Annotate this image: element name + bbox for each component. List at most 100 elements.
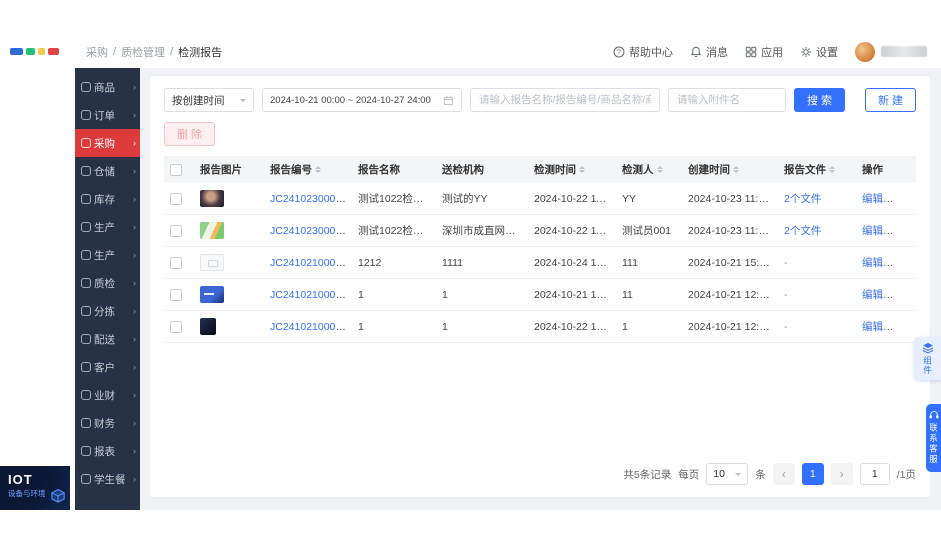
delete-link[interactable]: 删除 <box>892 225 913 237</box>
edit-link[interactable]: 编辑 <box>862 321 883 333</box>
search-button[interactable]: 搜 索 <box>794 88 846 112</box>
tester-cell: YY <box>616 183 682 215</box>
sidebar-item[interactable]: 订单 › <box>75 101 140 129</box>
tester-cell: 111 <box>616 246 682 279</box>
sidebar-item[interactable]: 商品 › <box>75 73 140 101</box>
next-page-button[interactable]: › <box>830 463 853 485</box>
help-center-button[interactable]: ? 帮助中心 <box>613 44 673 60</box>
page-size-select[interactable]: 10 <box>706 463 749 485</box>
edit-link[interactable]: 编辑 <box>862 193 883 205</box>
chevron-right-icon: › <box>133 418 136 428</box>
gear-icon <box>801 46 811 57</box>
sidebar-item-label: 采购 <box>94 137 115 150</box>
sidebar-item[interactable]: 配送 › <box>75 325 140 353</box>
prev-page-button[interactable]: ‹ <box>772 463 795 485</box>
menu-icon <box>81 362 91 372</box>
sidebar-item[interactable]: 业财 › <box>75 381 140 409</box>
cube-icon <box>51 489 65 503</box>
report-files-link[interactable]: 2个文件 <box>784 225 821 237</box>
sidebar-item[interactable]: 库存 › <box>75 185 140 213</box>
settings-label: 设置 <box>816 46 838 59</box>
contact-service-button[interactable]: 联系客服 <box>926 404 941 472</box>
row-checkbox[interactable] <box>170 192 182 205</box>
sidebar-item[interactable]: 学生餐 › <box>75 465 140 493</box>
settings-button[interactable]: 设置 <box>800 44 838 60</box>
sidebar-item[interactable]: 生产 › <box>75 213 140 241</box>
user-menu[interactable] <box>855 41 927 62</box>
column-header[interactable]: 报告文件 <box>778 156 856 183</box>
breadcrumb-item[interactable]: 采购 <box>86 44 108 60</box>
report-thumbnail[interactable] <box>200 286 224 303</box>
page-jump-input[interactable] <box>859 463 890 485</box>
report-files-link[interactable]: - <box>784 321 788 333</box>
sidebar-item[interactable]: 客户 › <box>75 353 140 381</box>
row-checkbox[interactable] <box>170 320 182 333</box>
column-header[interactable]: 操作 <box>856 156 916 183</box>
report-code-link[interactable]: JC24102100003 <box>270 257 347 269</box>
sort-caret-icon <box>315 166 321 173</box>
report-thumbnail[interactable] <box>200 190 224 207</box>
sort-caret-icon <box>829 166 835 173</box>
delete-link[interactable]: 删除 <box>892 193 913 205</box>
keyword-search-input[interactable] <box>470 88 660 112</box>
report-code-link[interactable]: JC24102300005 <box>270 225 347 237</box>
bulk-delete-button[interactable]: 删 除 <box>164 122 216 146</box>
time-field-select[interactable]: 按创建时间 <box>164 88 254 112</box>
report-code-link[interactable]: JC24102100001 <box>270 321 347 333</box>
edit-link[interactable]: 编辑 <box>862 225 883 237</box>
report-thumbnail[interactable] <box>200 318 216 335</box>
delete-link[interactable]: 删除 <box>892 289 913 301</box>
row-checkbox[interactable] <box>170 256 182 269</box>
sidebar-item[interactable]: 财务 › <box>75 409 140 437</box>
table-row: JC24102100003 1212 1111 2024-10-24 15:30… <box>164 246 916 279</box>
chevron-right-icon: › <box>133 110 136 120</box>
sidebar-item[interactable]: 质检 › <box>75 269 140 297</box>
delete-link[interactable]: 删除 <box>892 321 913 333</box>
breadcrumb-item-current: 检测报告 <box>178 46 223 59</box>
column-header[interactable]: 检测时间 <box>528 156 616 183</box>
report-files-link[interactable]: 2个文件 <box>784 193 821 205</box>
sidebar-item-label: 财务 <box>94 417 115 430</box>
current-page-button[interactable]: 1 <box>801 463 824 485</box>
avatar[interactable] <box>855 41 875 62</box>
column-header[interactable]: 创建时间 <box>682 156 778 183</box>
chevron-down-icon <box>240 98 246 105</box>
chevron-right-icon: › <box>133 474 136 484</box>
widget-panel-button[interactable]: 组件 <box>914 337 941 380</box>
edit-link[interactable]: 编辑 <box>862 257 883 269</box>
chevron-right-icon: › <box>133 306 136 316</box>
row-checkbox[interactable] <box>170 288 182 301</box>
breadcrumb-item[interactable]: 质检管理 <box>121 44 165 60</box>
total-records-text: 共5条记录 <box>623 468 672 481</box>
chevron-right-icon: › <box>133 446 136 456</box>
topbar: 采购 / 质检管理 / 检测报告 ? 帮助中心 消息 应用 设置 <box>0 35 941 68</box>
messages-button[interactable]: 消息 <box>690 44 728 60</box>
sidebar-item[interactable]: 分拣 › <box>75 297 140 325</box>
select-all-checkbox[interactable] <box>170 163 182 176</box>
column-header[interactable]: 报告图片 <box>194 156 264 183</box>
report-files-link[interactable]: - <box>784 257 788 269</box>
create-button[interactable]: 新 建 <box>864 88 916 112</box>
delete-link[interactable]: 删除 <box>892 257 913 269</box>
column-header[interactable]: 检测人 <box>616 156 682 183</box>
report-files-link[interactable]: - <box>784 289 788 301</box>
attachment-search-input[interactable] <box>668 88 786 112</box>
date-range-picker[interactable]: 2024-10-21 00:00 ~ 2024-10-27 24:00 <box>262 88 462 112</box>
sidebar-item[interactable]: 生产 › <box>75 241 140 269</box>
menu-icon <box>81 278 91 288</box>
report-thumbnail[interactable] <box>200 222 224 239</box>
sidebar-item[interactable]: 仓储 › <box>75 157 140 185</box>
report-thumbnail[interactable] <box>200 254 224 271</box>
row-checkbox[interactable] <box>170 224 182 237</box>
sidebar-item-label: 生产 <box>94 221 115 234</box>
report-code-link[interactable]: JC24102300006 <box>270 193 347 205</box>
column-header[interactable]: 报告编号 <box>264 156 352 183</box>
apps-button[interactable]: 应用 <box>745 44 783 60</box>
column-header[interactable]: 送检机构 <box>436 156 528 183</box>
report-table: 报告图片 报告编号 报告名称 送检机构 检测时间 检测人 创建时间 报告文件 操… <box>164 156 916 343</box>
column-header[interactable]: 报告名称 <box>352 156 436 183</box>
sidebar-item[interactable]: 报表 › <box>75 437 140 465</box>
sidebar-item[interactable]: 采购 › <box>75 129 140 157</box>
report-code-link[interactable]: JC24102100002 <box>270 289 347 301</box>
edit-link[interactable]: 编辑 <box>862 289 883 301</box>
